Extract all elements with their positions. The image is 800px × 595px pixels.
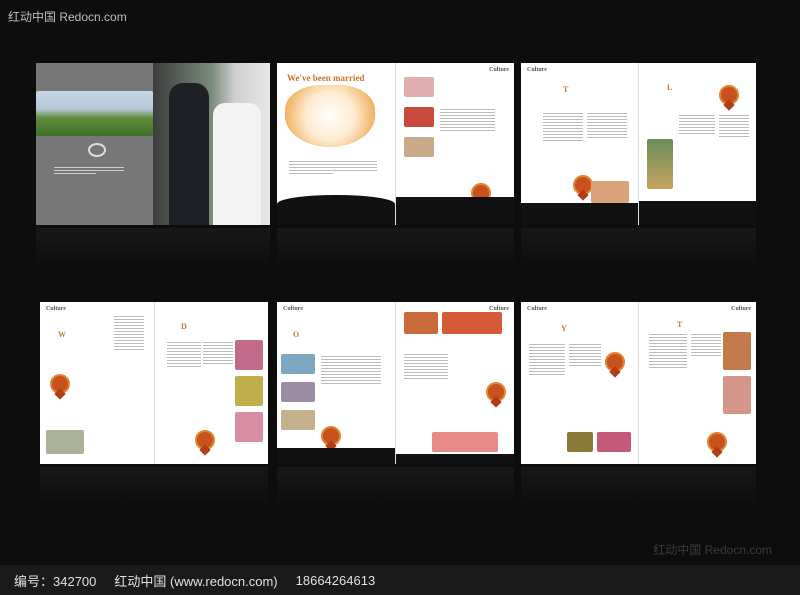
culture-label: Culture (527, 67, 547, 73)
landscape-photo (36, 91, 153, 136)
married-title: We've been married (287, 73, 365, 83)
culture-label: Culture (527, 306, 547, 312)
watermark-top: 红动中国 Redocn.com (8, 10, 127, 24)
culture-label: Culture (46, 306, 66, 312)
spread-row2-left: Culture W D (40, 302, 268, 464)
footer-phone: 18664264613 (295, 572, 376, 588)
cover-text-block (54, 165, 124, 176)
spread-married: We've been married Culture (277, 63, 514, 225)
spread-row1-right: Culture T L (521, 63, 756, 225)
footer-id: 编号：342700 (14, 573, 97, 589)
spread-cover (36, 63, 270, 225)
footer-site[interactable]: 红动中国 (www.redocn.com) (114, 571, 277, 590)
culture-label: Culture (283, 306, 303, 312)
culture-label: Culture (731, 306, 751, 312)
heart-photo (285, 85, 375, 147)
watermark-bottom: 红动中国 Redocn.com (653, 543, 772, 557)
spread-row2-right: Culture Y Culture T (521, 302, 756, 464)
culture-label: Culture (489, 67, 509, 73)
married-text (289, 159, 377, 176)
footer-bar: 编号：342700 红动中国 (www.redocn.com) 18664264… (0, 565, 800, 595)
spread-row2-middle: Culture O Culture (277, 302, 514, 464)
rings-icon (88, 143, 106, 157)
couple-photo (153, 63, 270, 225)
